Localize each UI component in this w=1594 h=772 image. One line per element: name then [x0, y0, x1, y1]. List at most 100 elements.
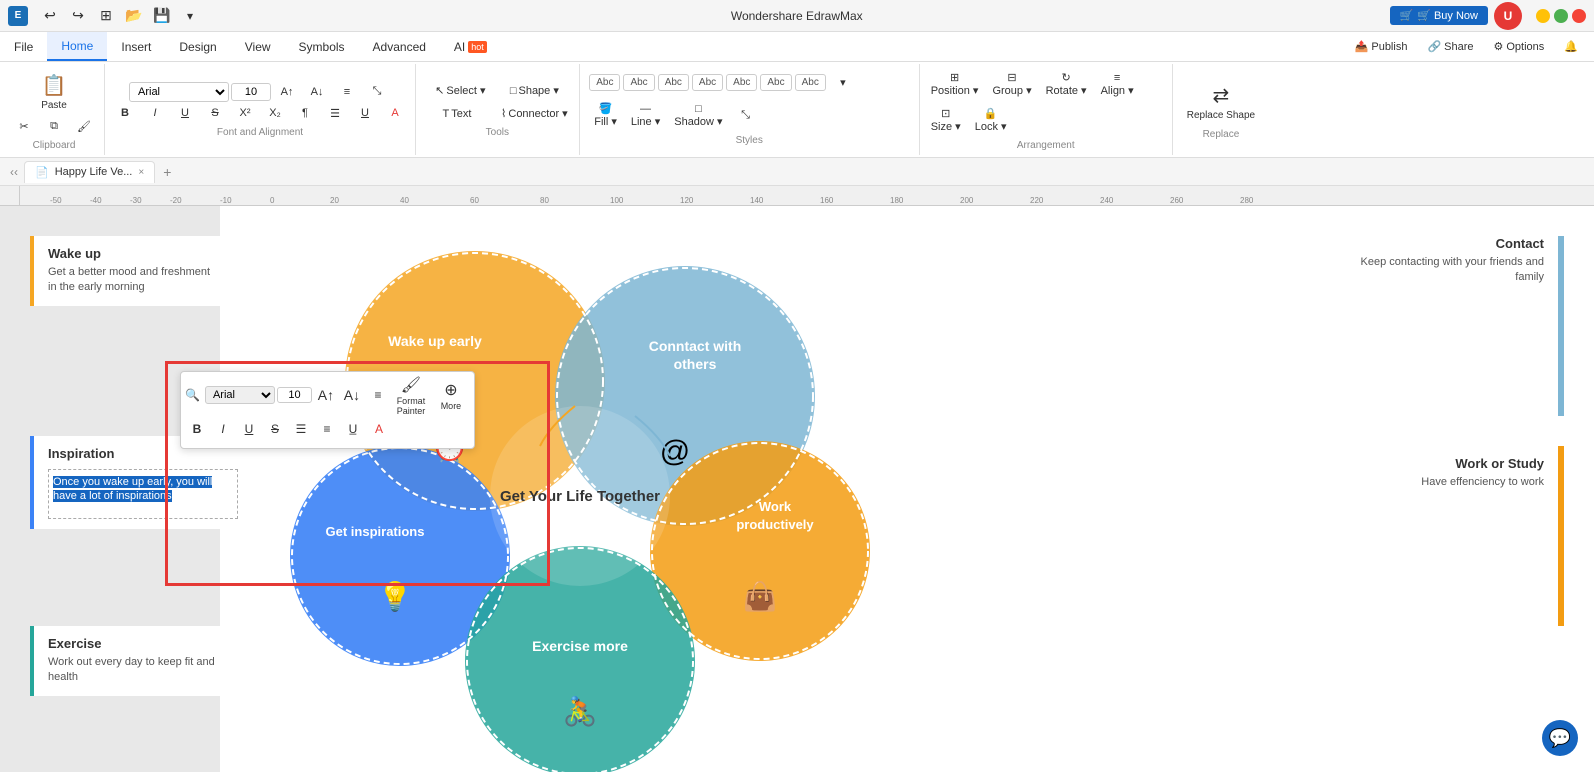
close-button[interactable]	[1572, 9, 1586, 23]
maximize-button[interactable]	[1554, 9, 1568, 23]
user-avatar[interactable]: U	[1494, 2, 1522, 30]
menu-advanced[interactable]: Advanced	[359, 32, 440, 61]
styles-expand2-button[interactable]: ⤡	[732, 99, 760, 131]
style-swatch-5[interactable]: Abc	[726, 74, 757, 91]
ft-italic[interactable]: I	[211, 417, 235, 441]
replace-shape-button[interactable]: ⇄ Replace Shape	[1179, 79, 1263, 125]
menu-view[interactable]: View	[231, 32, 285, 61]
underline-style-button[interactable]: U̲	[351, 104, 379, 122]
text-wrap-button[interactable]: ¶	[291, 104, 319, 122]
superscript-button[interactable]: X²	[231, 104, 259, 122]
redo-button[interactable]: ↪	[64, 4, 92, 27]
shadow-button[interactable]: □ Shadow ▾	[669, 99, 727, 131]
style-swatch-4[interactable]: Abc	[692, 74, 723, 91]
more-title-button[interactable]: ▾	[176, 6, 204, 26]
line-icon: —	[640, 103, 651, 115]
card-inspiration: Inspiration Once you wake up early, you …	[30, 436, 230, 529]
buy-now-button[interactable]: 🛒 🛒 Buy Now	[1390, 6, 1488, 25]
menu-design[interactable]: Design	[165, 32, 230, 61]
size-button[interactable]: ⊡ Size ▾	[926, 104, 966, 136]
rotate-button[interactable]: ↻ Rotate ▾	[1041, 68, 1092, 100]
group-button[interactable]: ⊟ Group ▾	[987, 68, 1036, 100]
ft-list[interactable]: ≡	[315, 417, 339, 441]
fill-button[interactable]: 🪣 Fill ▾	[589, 99, 622, 131]
ft-format-painter[interactable]: 🖌 FormatPainter	[392, 376, 430, 414]
right-bar-contact	[1558, 236, 1564, 416]
connector-button[interactable]: ⌇ Connector ▾	[496, 104, 573, 123]
ft-bold[interactable]: B	[185, 417, 209, 441]
font-name-select[interactable]: Arial	[129, 82, 229, 102]
style-swatch-2[interactable]: Abc	[623, 74, 654, 91]
toolbar: 📋 Paste ✂ ⧉ 🖌 Clipboard Arial A↑ A↓ ≡ ⤡ …	[0, 62, 1594, 158]
title-actions: 🛒 🛒 Buy Now U	[1390, 2, 1586, 30]
style-swatch-7[interactable]: Abc	[795, 74, 826, 91]
strikethrough-button[interactable]: S	[201, 104, 229, 122]
ft-increase-font[interactable]: A↑	[314, 383, 338, 407]
chat-button[interactable]: 💬	[1542, 720, 1578, 756]
menu-insert[interactable]: Insert	[107, 32, 165, 61]
nav-back-icon[interactable]: ‹‹	[4, 163, 24, 181]
ft-more-button[interactable]: ⊕ More	[432, 376, 470, 414]
shape-button[interactable]: □ Shape ▾	[499, 81, 569, 100]
position-button[interactable]: ⊞ Position ▾	[926, 68, 984, 100]
diagram-title: Get Your Life Together	[500, 488, 660, 505]
notification-button[interactable]: 🔔	[1556, 37, 1586, 56]
text-align-button[interactable]: ≡	[333, 83, 361, 101]
italic-button[interactable]: I	[141, 104, 169, 122]
text-editing-box[interactable]: Once you wake up early, you will have a …	[48, 469, 238, 519]
ft-align[interactable]: ≡	[366, 383, 390, 407]
font-color-button[interactable]: A	[381, 104, 409, 122]
new-button[interactable]: ⊞	[92, 4, 120, 27]
select-button[interactable]: ↖ Select ▾	[425, 81, 495, 100]
menu-home[interactable]: Home	[47, 32, 107, 61]
bold-button[interactable]: B	[111, 104, 139, 122]
styles-expand-button[interactable]: ▾	[829, 73, 857, 92]
canvas-wrapper[interactable]: -50 -40 -30 -20 -10 0 20 40 60 80 100 12…	[20, 186, 1594, 772]
ft-underline[interactable]: U	[237, 417, 261, 441]
line-button[interactable]: — Line ▾	[626, 99, 665, 131]
ruler-corner	[0, 186, 20, 206]
ft-bullets[interactable]: ☰	[289, 417, 313, 441]
align-button[interactable]: ≡ Align ▾	[1096, 68, 1139, 100]
ft-font-size[interactable]	[277, 387, 312, 403]
lock-button[interactable]: 🔒 Lock ▾	[970, 104, 1012, 136]
menu-ai[interactable]: AI hot	[440, 32, 501, 61]
share-button[interactable]: 🔗 Share	[1419, 37, 1481, 56]
undo-button[interactable]: ↩	[36, 4, 64, 27]
decrease-font-button[interactable]: A↓	[303, 83, 331, 101]
ft-decrease-font[interactable]: A↓	[340, 383, 364, 407]
right-info-work: Work or Study Have effenciency to work	[1344, 456, 1544, 490]
text-button[interactable]: T Text	[422, 104, 492, 123]
cut-button[interactable]: ✂	[10, 117, 38, 136]
expand-font-button[interactable]: ⤡	[363, 82, 391, 101]
open-button[interactable]: 📂	[120, 4, 148, 27]
menu-file[interactable]: File	[0, 32, 47, 61]
minimize-button[interactable]	[1536, 9, 1550, 23]
style-swatch-6[interactable]: Abc	[760, 74, 791, 91]
format-painter-button[interactable]: 🖌	[70, 117, 98, 136]
share-icon: 🔗	[1427, 40, 1441, 53]
subscript-button[interactable]: X₂	[261, 104, 289, 122]
add-tab-button[interactable]: +	[155, 160, 179, 184]
ft-underline-style[interactable]: U̲	[341, 417, 365, 441]
title-bar: E ↩ ↪ ⊞ 📂 💾 ▾ Wondershare EdrawMax 🛒 🛒 B…	[0, 0, 1594, 32]
style-swatch-3[interactable]: Abc	[658, 74, 689, 91]
paste-button[interactable]: 📋 Paste	[29, 69, 79, 115]
tab-close-button[interactable]: ×	[138, 167, 144, 178]
copy-button[interactable]: ⧉	[40, 117, 68, 136]
save-button[interactable]: 💾	[148, 4, 176, 27]
underline-button[interactable]: U	[171, 104, 199, 122]
font-size-input[interactable]	[231, 83, 271, 101]
ft-font-color[interactable]: A	[367, 417, 391, 441]
ft-font-select[interactable]: Arial	[205, 386, 275, 404]
increase-font-button[interactable]: A↑	[273, 83, 301, 101]
list-button[interactable]: ☰	[321, 104, 349, 123]
ft-strikethrough[interactable]: S	[263, 417, 287, 441]
style-swatch-1[interactable]: Abc	[589, 74, 620, 91]
chat-icon: 💬	[1549, 728, 1571, 749]
options-button[interactable]: ⚙ Options	[1486, 37, 1553, 56]
menu-symbols[interactable]: Symbols	[285, 32, 359, 61]
document-tab[interactable]: 📄 Happy Life Ve... ×	[24, 161, 155, 183]
publish-button[interactable]: 📤 Publish	[1347, 37, 1416, 56]
ft-format-painter-icon: 🖌	[401, 375, 421, 395]
